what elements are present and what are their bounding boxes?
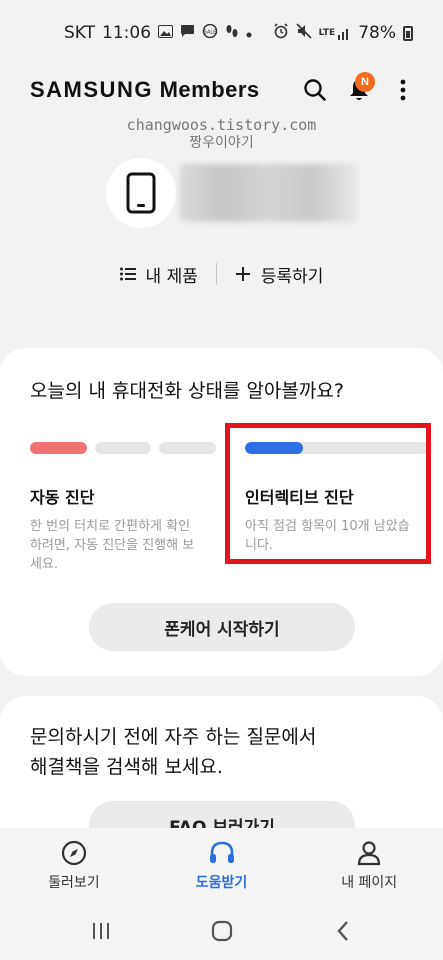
lte-signal-icon: LTE [319,26,352,40]
recent-apps-button[interactable] [77,911,125,951]
nav-my-page[interactable]: 내 페이지 [295,828,443,902]
status-bar: SKT 11:06 SALE LTE 78% [0,0,443,66]
auto-progress-segment [30,442,87,454]
app-name: Members [159,77,260,102]
chat-bubble-icon [180,24,195,42]
register-label: 등록하기 [260,266,324,287]
auto-progress-segment [94,442,152,454]
my-products-label: 내 제품 [145,266,198,287]
clock: 11:06 [102,23,152,43]
brand-logo: SAMSUNG [30,77,153,102]
nav-explore-label: 둘러보기 [48,875,100,891]
gallery-icon [158,24,174,42]
nav-support-label: 도움받기 [195,875,248,891]
network-label: LTE [318,28,336,38]
alarm-icon [273,23,289,43]
headset-icon [209,841,234,863]
battery-icon [403,25,413,41]
app-title: SAMSUNG Members [30,77,293,103]
search-icon [304,79,326,101]
home-icon [211,920,232,942]
nav-explore[interactable]: 둘러보기 [0,828,148,902]
compass-icon [61,840,86,866]
status-left: SKT 11:06 SALE [64,23,252,43]
device-avatar [106,158,176,228]
faq-title-line1: 문의하시기 전에 자주 하는 질문에서 [30,726,317,748]
status-right: LTE 78% [273,23,413,43]
recent-apps-icon [92,923,109,939]
faq-title-line2: 해결책을 검색해 보세요. [30,756,223,778]
auto-diagnosis-progress [30,442,217,454]
plus-icon [235,267,250,281]
home-button[interactable] [198,911,246,951]
watermark-text: 짱우이야기 [189,135,254,151]
app-header: SAMSUNG Members N [0,66,443,114]
battery-percent: 78% [358,23,396,43]
list-icon [119,267,136,281]
notification-badge: N [355,72,375,92]
divider [215,263,217,285]
product-actions: 내 제품 등록하기 [0,258,443,290]
sale-tag-icon: SALE [202,23,218,42]
svg-text:SALE: SALE [204,30,217,36]
device-profile[interactable] [106,158,356,228]
auto-diagnosis-item[interactable]: 자동 진단 한 번의 터치로 간편하게 확인하려면, 자동 진단을 진행해 보세… [30,442,217,574]
more-options-button[interactable] [381,68,425,112]
footsteps-icon [225,24,239,43]
auto-diagnosis-description: 한 번의 터치로 간편하게 확인하려면, 자동 진단을 진행해 보세요. [30,519,195,572]
nav-my-page-label: 내 페이지 [341,875,398,891]
diagnostics-title: 오늘의 내 휴대전화 상태를 알아볼까요? [30,380,344,402]
back-chevron-icon [336,921,348,941]
bottom-navigation: 둘러보기 도움받기 내 페이지 [0,828,443,902]
auto-diagnosis-title: 자동 진단 [30,488,95,507]
auto-progress-segment [159,442,217,454]
nav-support[interactable]: 도움받기 [148,828,296,902]
carrier-label: SKT [64,23,96,43]
mute-icon [296,23,312,43]
faq-title: 문의하시기 전에 자주 하는 질문에서 해결책을 검색해 보세요. [30,722,316,782]
start-phone-care-button[interactable]: 폰케어 시작하기 [89,603,355,651]
highlight-annotation [225,423,431,564]
dot-icon [246,24,252,42]
smartphone-icon [126,172,156,214]
my-products-button[interactable]: 내 제품 [119,262,198,287]
register-button[interactable]: 등록하기 [235,262,324,287]
more-vertical-icon [400,79,406,101]
person-icon [358,841,381,866]
search-button[interactable] [293,68,337,112]
notifications-button[interactable]: N [337,68,381,112]
back-button[interactable] [319,911,367,951]
system-navigation [0,902,443,960]
device-name-redacted [180,164,356,222]
